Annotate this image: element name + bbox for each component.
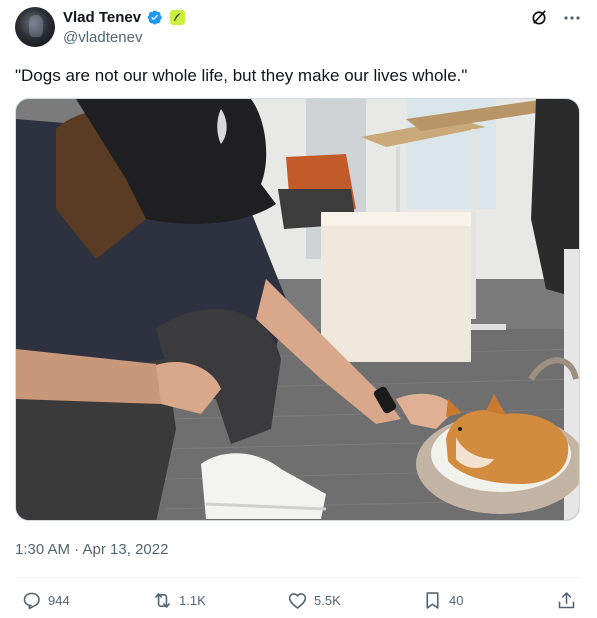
reply-count: 944: [48, 593, 70, 608]
bookmark-count: 40: [449, 593, 464, 608]
feather-icon: [174, 13, 182, 21]
repost-button[interactable]: 1.1K: [152, 590, 206, 611]
avatar[interactable]: [15, 7, 55, 47]
author-display-name[interactable]: Vlad Tenev: [63, 9, 141, 26]
repost-count: 1.1K: [179, 593, 206, 608]
tweet-photo[interactable]: [15, 98, 580, 521]
bookmark-icon: [426, 592, 439, 609]
affiliate-badge-icon[interactable]: [170, 10, 186, 25]
share-icon: [558, 592, 575, 609]
reply-button[interactable]: 944: [21, 590, 70, 611]
engagement-bar: 944 1.1K 5.5K 40: [15, 590, 581, 612]
grok-icon[interactable]: [530, 8, 549, 32]
like-count: 5.5K: [314, 593, 341, 608]
reply-icon: [23, 592, 40, 610]
tweet-text: "Dogs are not our whole life, but they m…: [15, 66, 468, 85]
more-icon[interactable]: [563, 9, 581, 32]
like-icon: [288, 593, 307, 609]
author-name-row: Vlad Tenev: [63, 9, 186, 26]
bookmark-button[interactable]: 40: [422, 590, 463, 611]
tweet-timestamp[interactable]: 1:30 AM · Apr 13, 2022: [15, 541, 168, 558]
like-button[interactable]: 5.5K: [287, 590, 341, 611]
divider: [15, 577, 581, 578]
repost-icon: [155, 593, 170, 608]
verified-badge-icon: [147, 10, 162, 25]
photo-man-petting-dog: [16, 99, 579, 520]
tweet-top-actions: [530, 8, 581, 32]
share-button[interactable]: [556, 590, 577, 611]
author-handle[interactable]: @vladtenev: [63, 29, 142, 46]
